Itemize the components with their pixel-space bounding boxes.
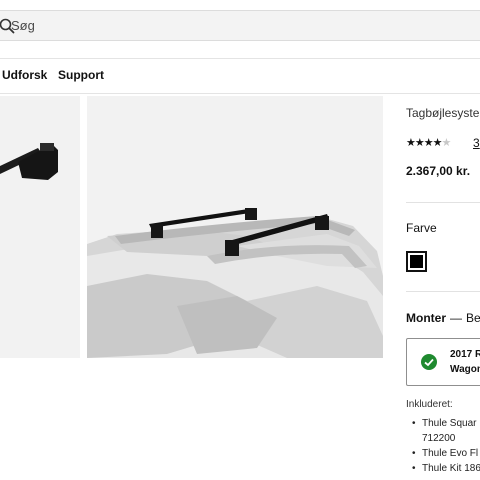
color-swatch-black[interactable] bbox=[406, 251, 427, 272]
rating-count-link[interactable]: 3 bbox=[473, 136, 480, 150]
star-icon: ★ bbox=[423, 137, 434, 149]
divider bbox=[406, 202, 480, 203]
mount-label: Monter — Be bbox=[406, 311, 480, 325]
vehicle-fit-line1: 2017 R bbox=[450, 349, 480, 360]
included-label: Inkluderet: bbox=[406, 399, 453, 410]
list-item: • Thule Squar bbox=[412, 418, 477, 429]
mount-title: Monter bbox=[406, 311, 446, 325]
color-label: Farve bbox=[406, 221, 437, 235]
list-item: • Thule Evo Fl bbox=[412, 448, 479, 459]
main-nav: Udforsk Support bbox=[0, 58, 480, 94]
rating-stars: ★★★★★ bbox=[406, 136, 452, 149]
mount-value: Be bbox=[466, 311, 480, 325]
check-icon bbox=[421, 354, 437, 370]
mount-dash: — bbox=[450, 311, 462, 325]
search-input[interactable] bbox=[11, 11, 451, 40]
divider bbox=[406, 291, 480, 292]
star-icon: ★ bbox=[414, 137, 425, 149]
nav-item-udforsk[interactable]: Udforsk bbox=[2, 68, 47, 82]
search-bar[interactable] bbox=[0, 10, 480, 41]
star-icon: ★ bbox=[406, 137, 416, 149]
product-title: Tagbøjlesyste bbox=[406, 106, 480, 120]
product-image-main[interactable] bbox=[87, 96, 383, 358]
list-item: • Thule Kit 186 bbox=[412, 463, 480, 474]
roof-bar-image bbox=[0, 96, 80, 358]
product-price: 2.367,00 kr. bbox=[406, 164, 471, 178]
nav-item-support[interactable]: Support bbox=[58, 68, 104, 82]
vehicle-fit-line2: Wagon bbox=[450, 364, 480, 375]
swatch-fill bbox=[410, 255, 423, 268]
vehicle-fit-card[interactable]: 2017 R Wagon bbox=[406, 338, 480, 386]
product-image-thumbnail[interactable] bbox=[0, 96, 80, 358]
star-half-icon: ★ bbox=[432, 137, 443, 149]
car-with-roof-rack-image bbox=[87, 96, 383, 358]
star-empty-icon: ★ bbox=[441, 137, 452, 149]
included-list: • Thule Squar 712200 • Thule Evo Fl • Thule… bbox=[412, 416, 480, 476]
list-item-continuation: 712200 bbox=[422, 433, 456, 444]
